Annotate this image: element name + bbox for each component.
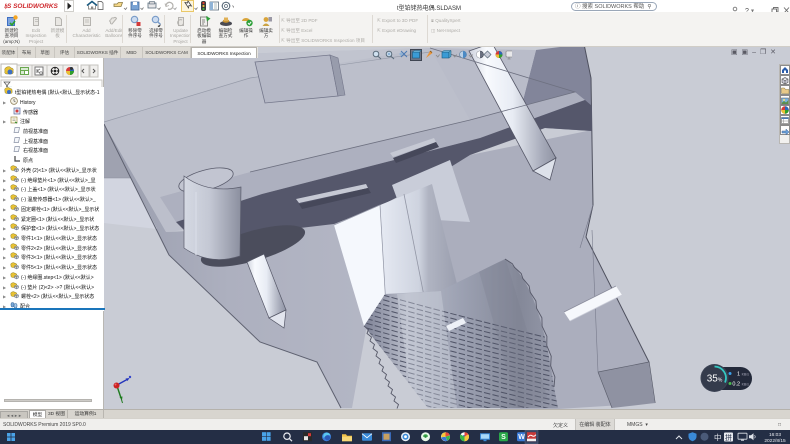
svg-text:S: S xyxy=(501,434,506,441)
svg-text:16:03: 16:03 xyxy=(769,432,781,438)
svg-text:W: W xyxy=(518,434,525,441)
svg-text:拼: 拼 xyxy=(725,433,732,442)
svg-text:中: 中 xyxy=(714,432,722,442)
svg-text:2022/8/15: 2022/8/15 xyxy=(764,438,786,444)
